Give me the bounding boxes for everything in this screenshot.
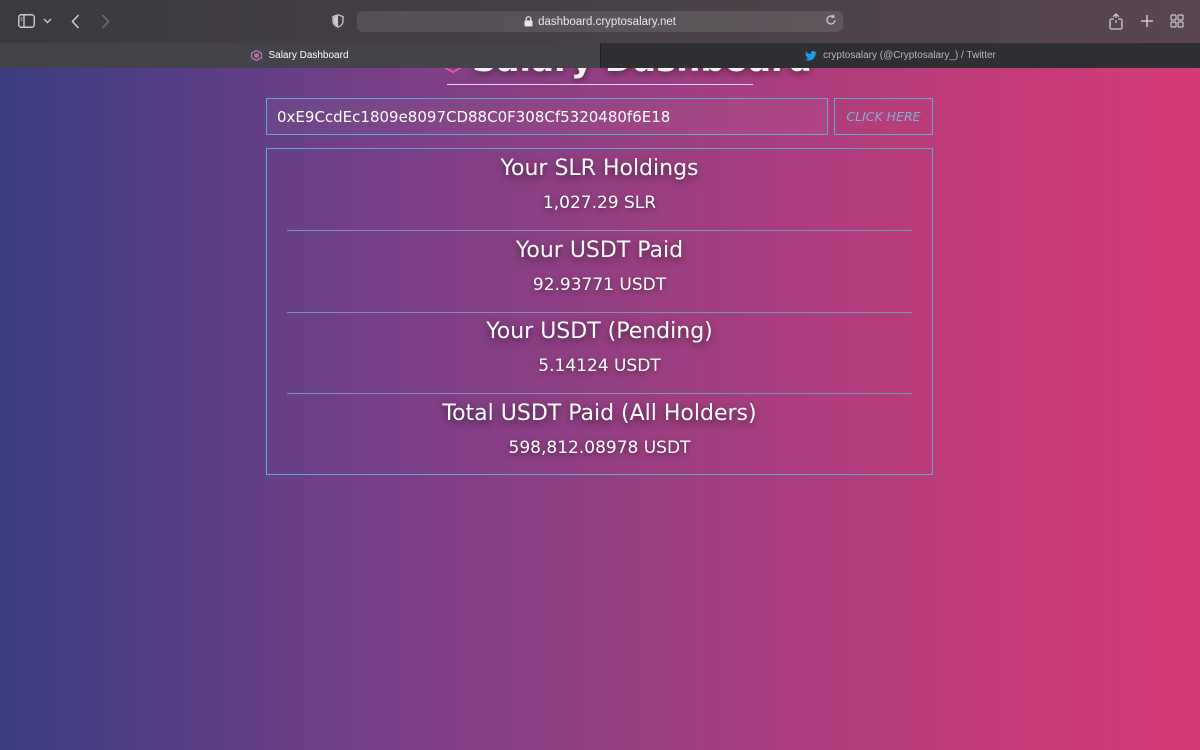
divider (287, 312, 912, 313)
tab-bar: Salary Dashboard cryptosalary (@Cryptosa… (0, 43, 1200, 68)
lock-icon (524, 16, 533, 27)
new-tab-plus-icon[interactable] (1139, 11, 1155, 31)
url-text: dashboard.cryptosalary.net (538, 15, 676, 28)
twitter-bird-icon (805, 50, 817, 61)
stat-label: Your USDT (Pending) (486, 319, 713, 344)
divider (287, 393, 912, 394)
share-icon[interactable] (1108, 11, 1124, 31)
stat-value: 1,027.29 SLR (542, 193, 657, 213)
stat-value: 92.93771 USDT (532, 275, 667, 295)
page-title: Salary Dashboard (440, 68, 812, 82)
stat-label: Your SLR Holdings (500, 156, 699, 181)
salary-logo-icon (251, 50, 263, 61)
title-underline (447, 84, 753, 85)
tab-twitter[interactable]: cryptosalary (@Cryptosalary_) / Twitter (600, 43, 1200, 68)
stat-usdt-paid: Your USDT Paid 92.93771 USDT (267, 234, 932, 298)
privacy-shield-icon[interactable] (331, 11, 345, 31)
address-bar[interactable]: dashboard.cryptosalary.net (357, 11, 843, 32)
dashboard-page: Salary Dashboard CLICK HERE Your SLR Hol… (0, 68, 1200, 750)
salary-logo-icon (440, 68, 466, 82)
sidebar-toggle-icon[interactable] (17, 11, 35, 31)
divider (287, 230, 912, 231)
stat-label: Your USDT Paid (515, 238, 684, 263)
stat-usdt-pending: Your USDT (Pending) 5.14124 USDT (267, 315, 932, 379)
tab-salary-dashboard[interactable]: Salary Dashboard (0, 43, 600, 68)
click-here-button[interactable]: CLICK HERE (834, 98, 933, 135)
chevron-down-icon[interactable] (41, 11, 53, 31)
forward-arrow-icon[interactable] (98, 11, 112, 31)
stats-panel: Your SLR Holdings 1,027.29 SLR Your USDT… (266, 148, 933, 475)
stat-slr-holdings: Your SLR Holdings 1,027.29 SLR (267, 152, 932, 216)
page-title-text: Salary Dashboard (472, 68, 812, 80)
stat-value: 598,812.08978 USDT (508, 438, 691, 458)
stat-value: 5.14124 USDT (538, 356, 661, 376)
stat-total-usdt-paid: Total USDT Paid (All Holders) 598,812.08… (267, 397, 932, 461)
back-arrow-icon[interactable] (68, 11, 82, 31)
browser-toolbar: dashboard.cryptosalary.net (0, 0, 1200, 43)
wallet-address-input[interactable] (266, 98, 828, 135)
tab-label: cryptosalary (@Cryptosalary_) / Twitter (823, 50, 996, 61)
tab-overview-grid-icon[interactable] (1169, 11, 1185, 31)
reload-icon[interactable] (825, 14, 837, 29)
tab-label: Salary Dashboard (268, 50, 349, 61)
stat-label: Total USDT Paid (All Holders) (442, 401, 757, 426)
